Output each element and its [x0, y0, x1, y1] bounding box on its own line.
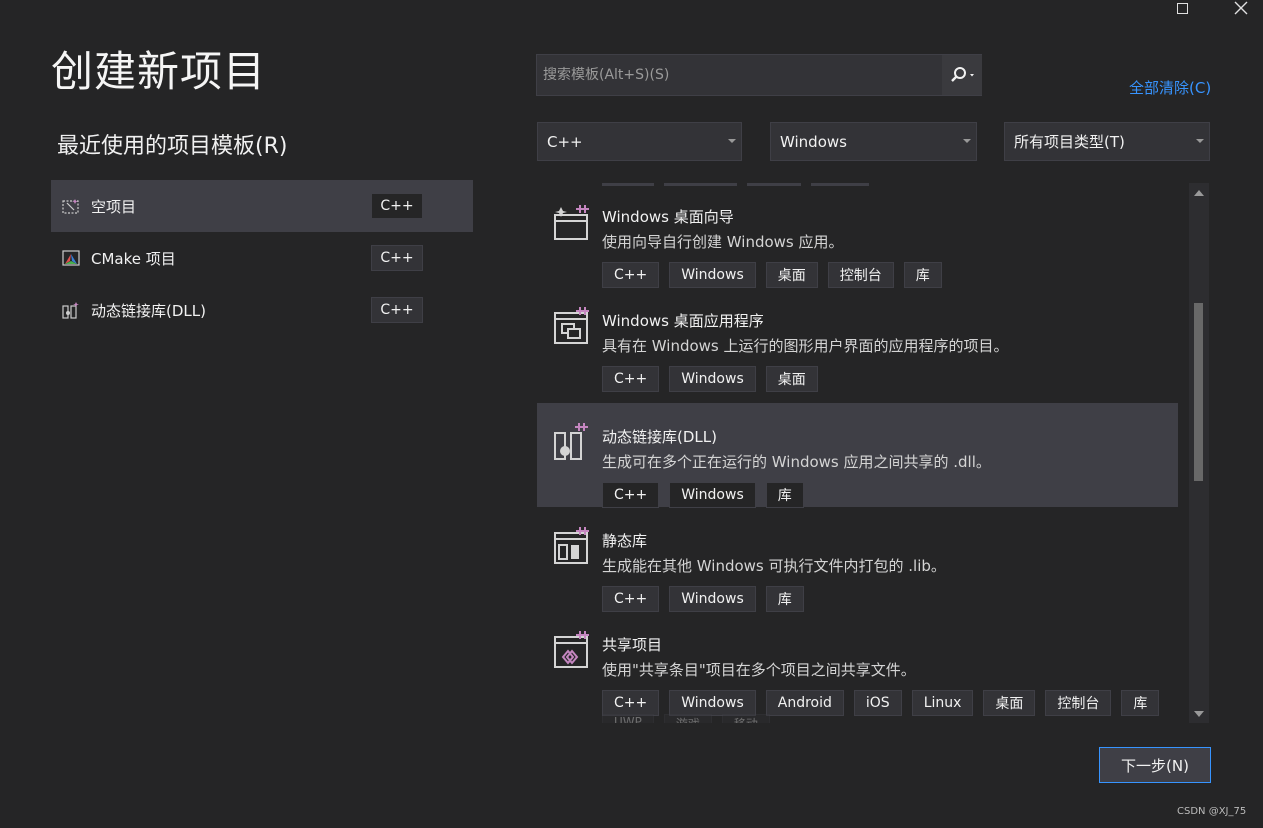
template-title: 静态库 — [602, 532, 648, 550]
recent-templates-heading: 最近使用的项目模板(R) — [57, 134, 288, 159]
page-title: 创建新项目 — [51, 47, 267, 96]
language-badge: C++ — [371, 193, 423, 219]
recent-templates-list: 空项目 C++ CMake 项目 C++ 动态链接库(DLL) C++ — [51, 180, 473, 336]
chevron-down-icon — [963, 139, 971, 143]
template-tags: C++ Windows Android iOS Linux 桌面 控制台 库 — [602, 690, 1160, 716]
template-list-scrollbar[interactable] — [1189, 183, 1209, 723]
tag: C++ — [602, 586, 660, 612]
template-tags: C++ Windows 库 — [602, 586, 804, 612]
template-item-static-library[interactable]: 静态库 生成能在其他 Windows 可执行文件内打包的 .lib。 C++ W… — [537, 507, 1178, 612]
template-description: 具有在 Windows 上运行的图形用户界面的应用程序的项目。 — [602, 337, 1009, 355]
tag: 控制台 — [827, 262, 894, 288]
template-description: 使用向导自行创建 Windows 应用。 — [602, 233, 844, 251]
watermark: CSDN @XJ_75 — [1177, 806, 1247, 817]
desktop-wizard-icon — [554, 205, 589, 240]
scroll-up-arrow-icon[interactable] — [1194, 190, 1204, 196]
tag: C++ — [602, 690, 660, 716]
recent-item-cmake-project[interactable]: CMake 项目 C++ — [51, 232, 473, 284]
tag: Windows — [669, 690, 756, 716]
template-search-box — [536, 54, 982, 96]
template-item-dll[interactable]: 动态链接库(DLL) 生成可在多个正在运行的 Windows 应用之间共享的 .… — [537, 403, 1178, 508]
clear-all-link[interactable]: 全部清除(C) — [1129, 77, 1211, 98]
tag: Windows — [669, 366, 756, 392]
tag: Windows — [669, 482, 756, 508]
template-title: Windows 桌面向导 — [602, 208, 734, 226]
recent-item-dll[interactable]: 动态链接库(DLL) C++ — [51, 284, 473, 336]
recent-item-empty-project[interactable]: 空项目 C++ — [51, 180, 473, 232]
template-tags: C++ Windows 桌面 控制台 库 — [602, 262, 942, 288]
search-input[interactable] — [537, 55, 937, 95]
template-tags: C++ Windows 桌面 — [602, 366, 818, 392]
chevron-down-icon — [1196, 139, 1204, 143]
project-type-filter-dropdown[interactable]: 所有项目类型(T) — [1004, 122, 1210, 161]
tag: C++ — [602, 366, 660, 392]
shared-project-icon — [554, 631, 589, 668]
template-description: 使用"共享条目"项目在多个项目之间共享文件。 — [602, 661, 916, 679]
platform-filter-value: Windows — [780, 132, 847, 151]
overflow-tags: UWP 游戏 移动 — [602, 714, 770, 723]
tag: Linux — [911, 690, 974, 716]
scroll-thumb[interactable] — [1194, 303, 1203, 481]
cmake-icon — [62, 249, 80, 267]
template-item-windows-desktop-wizard[interactable]: Windows 桌面向导 使用向导自行创建 Windows 应用。 C++ Wi… — [537, 183, 1178, 288]
template-title: 共享项目 — [602, 636, 663, 654]
recent-item-label: 动态链接库(DLL) — [91, 301, 206, 320]
static-library-icon — [554, 527, 589, 564]
language-filter-value: C++ — [547, 132, 583, 151]
template-item-windows-desktop-app[interactable]: Windows 桌面应用程序 具有在 Windows 上运行的图形用户界面的应用… — [537, 287, 1178, 392]
tag: 桌面 — [983, 690, 1036, 716]
template-item-shared-project[interactable]: 共享项目 使用"共享条目"项目在多个项目之间共享文件。 C++ Windows … — [537, 611, 1178, 716]
empty-project-icon — [62, 197, 80, 215]
template-title: Windows 桌面应用程序 — [602, 312, 764, 330]
template-tags: C++ Windows 库 — [602, 482, 804, 508]
template-title: 动态链接库(DLL) — [602, 428, 717, 446]
search-icon — [951, 67, 974, 82]
recent-item-label: 空项目 — [91, 197, 137, 216]
dll-icon — [554, 423, 588, 460]
tag: UWP — [602, 714, 654, 723]
tag: Windows — [669, 262, 756, 288]
scroll-down-arrow-icon[interactable] — [1194, 711, 1204, 717]
search-button[interactable] — [942, 55, 982, 95]
language-filter-dropdown[interactable]: C++ — [537, 122, 742, 161]
recent-item-label: CMake 项目 — [91, 249, 176, 268]
tag: 库 — [903, 262, 942, 288]
tag: 桌面 — [765, 262, 818, 288]
template-description: 生成可在多个正在运行的 Windows 应用之间共享的 .dll。 — [602, 453, 991, 471]
chevron-down-icon — [728, 139, 736, 143]
project-type-filter-value: 所有项目类型(T) — [1014, 133, 1125, 151]
tag: 库 — [1121, 690, 1160, 716]
desktop-app-icon — [554, 307, 589, 344]
tag: C++ — [602, 482, 660, 508]
tag: iOS — [853, 690, 902, 716]
language-badge: C++ — [371, 245, 423, 271]
next-button[interactable]: 下一步(N) — [1099, 747, 1211, 783]
tag: 游戏 — [663, 714, 712, 723]
tag: Android — [765, 690, 844, 716]
tag: 移动 — [721, 714, 770, 723]
platform-filter-dropdown[interactable]: Windows — [770, 122, 977, 161]
language-badge: C++ — [371, 297, 423, 323]
tag: Windows — [669, 586, 756, 612]
close-button[interactable] — [1224, 0, 1258, 16]
dll-icon — [62, 301, 80, 319]
maximize-button[interactable] — [1165, 0, 1199, 16]
maximize-icon — [1176, 2, 1188, 14]
tag: 桌面 — [765, 366, 818, 392]
tag: 库 — [765, 482, 804, 508]
close-icon — [1234, 1, 1248, 15]
tag: C++ — [602, 262, 660, 288]
template-description: 生成能在其他 Windows 可执行文件内打包的 .lib。 — [602, 557, 946, 575]
tag: 库 — [765, 586, 804, 612]
template-list: Windows 桌面向导 使用向导自行创建 Windows 应用。 C++ Wi… — [537, 183, 1178, 723]
tag: 控制台 — [1045, 690, 1112, 716]
